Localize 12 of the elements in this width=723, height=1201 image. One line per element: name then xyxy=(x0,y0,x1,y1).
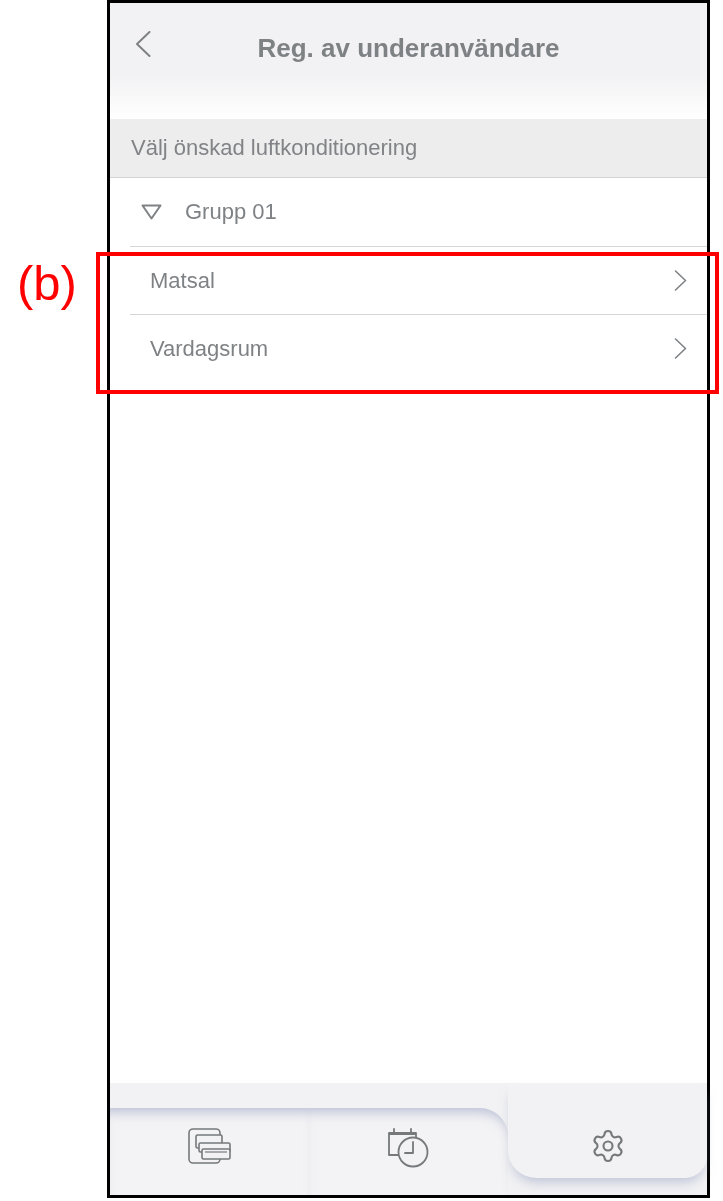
room-name: Vardagsrum xyxy=(150,337,269,360)
chevron-right-icon xyxy=(674,270,687,291)
back-icon[interactable] xyxy=(135,31,151,57)
page-title: Reg. av underanvändare xyxy=(257,35,560,61)
figure-label: (b) xyxy=(17,259,77,308)
chevron-right-icon xyxy=(674,338,687,359)
group-name: Grupp 01 xyxy=(185,201,277,223)
stacked-cards-icon xyxy=(188,1128,231,1164)
section-title: Välj önskad luftkonditionering xyxy=(131,137,418,159)
calendar-clock-icon xyxy=(387,1128,430,1168)
triangle-icon[interactable] xyxy=(141,204,162,220)
room-name: Matsal xyxy=(150,269,215,292)
